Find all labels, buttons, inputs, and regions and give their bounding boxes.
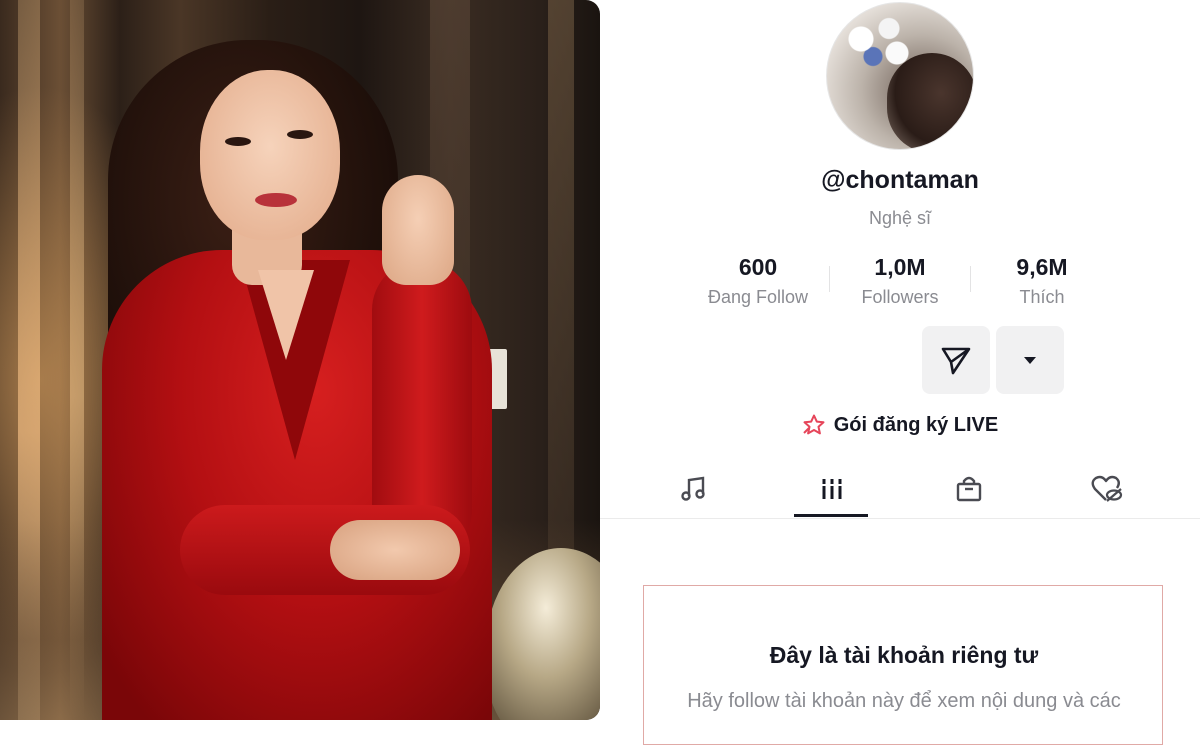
stat-value: 9,6M <box>1016 254 1068 280</box>
artist-photo <box>0 0 600 720</box>
liked-hidden-icon <box>1091 475 1122 502</box>
private-account-notice: Đây là tài khoản riêng tư Hãy follow tài… <box>643 585 1163 745</box>
stat-likes[interactable]: 9,6M Thích <box>962 254 1122 308</box>
tab-music[interactable] <box>655 460 730 518</box>
music-note-icon <box>680 476 705 501</box>
live-subscription[interactable]: Gói đăng ký LIVE <box>600 410 1200 440</box>
avatar[interactable] <box>826 2 974 150</box>
shopping-bag-icon <box>956 476 981 502</box>
face <box>200 70 340 240</box>
stat-following[interactable]: 600 Đang Follow <box>678 254 838 308</box>
raised-hand <box>382 175 454 285</box>
stat-value: 600 <box>738 254 778 280</box>
send-icon <box>941 347 971 375</box>
send-message-button[interactable] <box>922 326 990 394</box>
active-tab-indicator <box>794 514 868 517</box>
stat-label: Đang Follow <box>707 287 809 307</box>
grid-icon <box>819 479 844 499</box>
private-title: Đây là tài khoản riêng tư <box>769 642 1039 668</box>
stats-row: 600 Đang Follow 1,0M Followers 9,6M Thíc… <box>600 254 1200 310</box>
stat-followers[interactable]: 1,0M Followers <box>820 254 980 308</box>
profile-category: Nghệ sĩ <box>868 208 932 228</box>
tab-liked[interactable] <box>1069 460 1144 518</box>
stat-value: 1,0M <box>874 254 926 280</box>
stat-label: Thích <box>1019 287 1065 307</box>
username: @chontaman <box>821 166 979 194</box>
more-dropdown-button[interactable] <box>996 326 1064 394</box>
star-icon <box>803 414 825 435</box>
subscription-label: Gói đăng ký LIVE <box>833 413 999 436</box>
tiktok-profile: @chontaman Nghệ sĩ 600 Đang Follow 1,0M … <box>600 0 1200 745</box>
tab-shop[interactable] <box>931 460 1006 518</box>
tab-videos[interactable] <box>794 460 869 518</box>
caret-down-icon <box>1024 357 1036 364</box>
profile-tabs <box>600 460 1200 519</box>
private-description: Hãy follow tài khoản này để xem nội dung… <box>687 690 1121 712</box>
stat-label: Followers <box>861 287 939 307</box>
